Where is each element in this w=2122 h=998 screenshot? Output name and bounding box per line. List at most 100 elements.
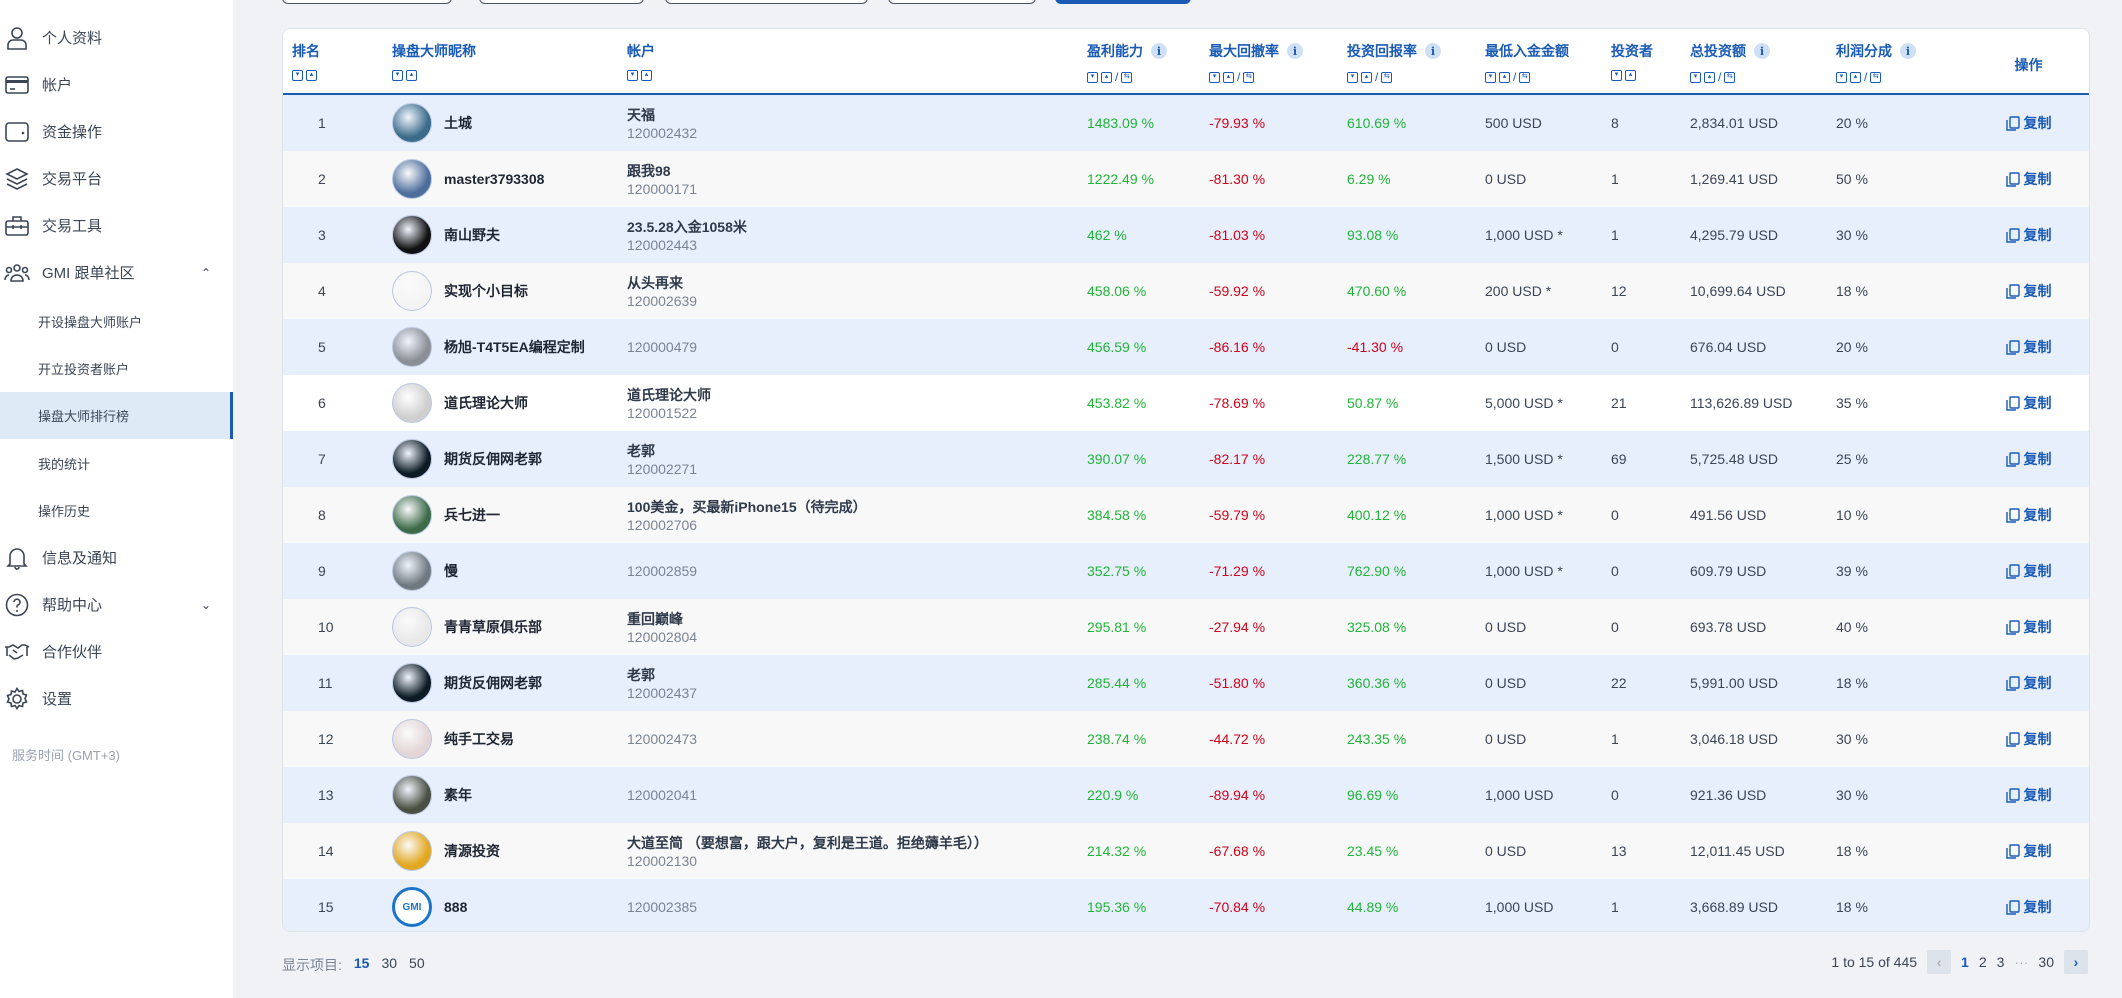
filter-button-3[interactable] — [665, 0, 868, 4]
total-investment-value: 609.79 USD — [1690, 563, 1767, 579]
sidebar-item[interactable]: 帐户 — [0, 61, 233, 108]
trader-nickname[interactable]: 土城 — [392, 103, 627, 143]
prev-page-button[interactable]: ‹ — [1927, 950, 1952, 974]
chevron-down-icon[interactable]: ⌄ — [201, 598, 211, 612]
page-number[interactable]: 30 — [2038, 954, 2054, 970]
total-investment-value: 921.36 USD — [1690, 787, 1767, 803]
copy-button[interactable]: 复制 — [1966, 785, 2089, 805]
sidebar-item[interactable]: 资金操作 — [0, 108, 233, 155]
sidebar-item[interactable]: 个人资料 — [0, 14, 233, 61]
filter-button-4[interactable] — [888, 0, 1036, 4]
sidebar-item[interactable]: 交易平台 — [0, 155, 233, 202]
sidebar-item[interactable]: 操作历史 — [0, 487, 233, 534]
filter-button-2[interactable] — [479, 0, 644, 4]
account: 天福 120002432 — [627, 105, 1087, 141]
sidebar-item[interactable]: 开立投资者账户 — [0, 345, 233, 392]
sort-asc-button[interactable]: ▴ — [1101, 71, 1112, 83]
min-deposit-value: 1,000 USD * — [1485, 227, 1563, 243]
sort-asc-button[interactable]: ▴ — [1499, 71, 1510, 83]
page-size-option[interactable]: 30 — [381, 955, 397, 975]
copy-button[interactable]: 复制 — [1966, 561, 2089, 581]
trader-nickname[interactable]: 清源投资 — [392, 831, 627, 871]
search-submit-button[interactable] — [1055, 0, 1191, 4]
drawdown-value: -27.94 % — [1209, 619, 1266, 635]
sidebar-item[interactable]: 操盘大师排行榜 — [0, 392, 233, 439]
copy-button[interactable]: 复制 — [1966, 897, 2089, 917]
sidebar-item[interactable]: 帮助中心 ⌄ — [0, 581, 233, 628]
page-number[interactable]: 1 — [1961, 954, 1969, 970]
filter-icon[interactable]: ⇆ — [1519, 71, 1531, 83]
sort-desc-button[interactable]: ▾ — [627, 70, 638, 81]
sidebar-item[interactable]: 交易工具 — [0, 202, 233, 249]
sort-desc-button[interactable]: ▾ — [292, 70, 303, 81]
nickname-text: 兵七进一 — [444, 507, 500, 523]
trader-nickname[interactable]: 南山野夫 — [392, 215, 627, 255]
sort-desc-button[interactable]: ▾ — [1087, 71, 1098, 83]
page-size-option[interactable]: 50 — [409, 955, 425, 975]
trader-nickname[interactable]: GMI 888 — [392, 887, 627, 927]
sidebar-item[interactable]: 开设操盘大师账户 — [0, 298, 233, 345]
trader-nickname[interactable]: master3793308 — [392, 159, 627, 199]
copy-button[interactable]: 复制 — [1966, 225, 2089, 245]
sort-asc-button[interactable]: ▴ — [1625, 70, 1636, 81]
sort-asc-button[interactable]: ▴ — [406, 70, 417, 81]
next-page-button[interactable]: › — [2064, 950, 2088, 974]
sort-desc-button[interactable]: ▾ — [1836, 71, 1847, 83]
page-size-option[interactable]: 15 — [354, 955, 370, 975]
page-number[interactable]: 3 — [1997, 954, 2005, 970]
filter-button-1[interactable] — [282, 0, 452, 4]
chevron-up-icon[interactable]: ⌃ — [201, 266, 211, 280]
copy-button[interactable]: 复制 — [1966, 113, 2089, 133]
sidebar-item[interactable]: 信息及通知 — [0, 534, 233, 581]
copy-button[interactable]: 复制 — [1966, 673, 2089, 693]
sidebar-item[interactable]: 我的统计 — [0, 440, 233, 487]
sort-asc-button[interactable]: ▴ — [1704, 71, 1715, 83]
trader-nickname[interactable]: 实现个小目标 — [392, 271, 627, 311]
info-icon[interactable]: i — [1287, 43, 1303, 59]
trader-nickname[interactable]: 青青草原俱乐部 — [392, 607, 627, 647]
sidebar-item[interactable]: 合作伙伴 — [0, 628, 233, 675]
sort-desc-button[interactable]: ▾ — [392, 70, 403, 81]
trader-nickname[interactable]: 期货反佣网老郭 — [392, 663, 627, 703]
copy-button[interactable]: 复制 — [1966, 337, 2089, 357]
copy-button[interactable]: 复制 — [1966, 169, 2089, 189]
copy-button[interactable]: 复制 — [1966, 393, 2089, 413]
sort-asc-button[interactable]: ▴ — [641, 70, 652, 81]
trader-nickname[interactable]: 杨旭-T4T5EA编程定制 — [392, 327, 627, 367]
page-number[interactable]: 2 — [1979, 954, 1987, 970]
filter-icon[interactable]: ⇆ — [1121, 71, 1133, 83]
copy-button[interactable]: 复制 — [1966, 281, 2089, 301]
info-icon[interactable]: i — [1754, 43, 1770, 59]
trader-nickname[interactable]: 素年 — [392, 775, 627, 815]
profit-share-value: 50 % — [1836, 171, 1868, 187]
sort-desc-button[interactable]: ▾ — [1485, 71, 1496, 83]
filter-icon[interactable]: ⇆ — [1243, 71, 1255, 83]
trader-nickname[interactable]: 期货反佣网老郭 — [392, 439, 627, 479]
sort-asc-button[interactable]: ▴ — [1223, 71, 1234, 83]
copy-button[interactable]: 复制 — [1966, 449, 2089, 469]
trader-nickname[interactable]: 慢 — [392, 551, 627, 591]
table-row: 8 兵七进一 100美金，买最新iPhone15（待完成） 120002706 3… — [283, 487, 2089, 543]
copy-button[interactable]: 复制 — [1966, 505, 2089, 525]
filter-icon[interactable]: ⇆ — [1724, 71, 1736, 83]
copy-button[interactable]: 复制 — [1966, 841, 2089, 861]
info-icon[interactable]: i — [1425, 43, 1441, 59]
copy-button[interactable]: 复制 — [1966, 617, 2089, 637]
trader-nickname[interactable]: 兵七进一 — [392, 495, 627, 535]
sidebar-item[interactable]: GMI 跟单社区 ⌃ — [0, 249, 233, 296]
sidebar-item[interactable]: 设置 — [0, 675, 233, 722]
sort-desc-button[interactable]: ▾ — [1611, 70, 1622, 81]
trader-nickname[interactable]: 道氏理论大师 — [392, 383, 627, 423]
sort-asc-button[interactable]: ▴ — [1850, 71, 1861, 83]
sort-desc-button[interactable]: ▾ — [1347, 71, 1358, 83]
copy-button[interactable]: 复制 — [1966, 729, 2089, 749]
sort-desc-button[interactable]: ▾ — [1209, 71, 1220, 83]
sort-desc-button[interactable]: ▾ — [1690, 71, 1701, 83]
info-icon[interactable]: i — [1900, 43, 1916, 59]
trader-nickname[interactable]: 纯手工交易 — [392, 719, 627, 759]
sort-asc-button[interactable]: ▴ — [1361, 71, 1372, 83]
info-icon[interactable]: i — [1151, 43, 1167, 59]
sort-asc-button[interactable]: ▴ — [306, 70, 317, 81]
filter-icon[interactable]: ⇆ — [1381, 71, 1393, 83]
filter-icon[interactable]: ⇆ — [1870, 71, 1882, 83]
